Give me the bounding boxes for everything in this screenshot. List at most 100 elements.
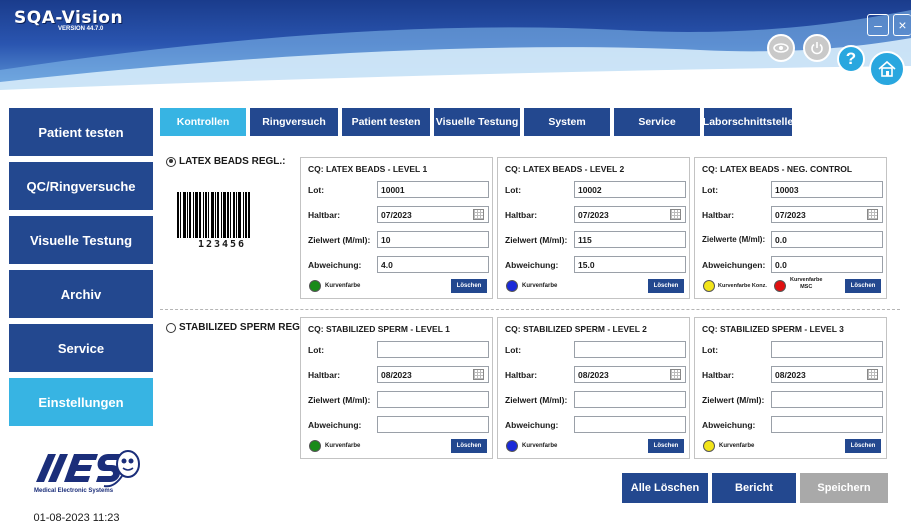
help-icon: ? [845, 49, 857, 68]
minimize-button[interactable]: – [867, 14, 889, 36]
haltbar-input[interactable]: 08/2023 [377, 366, 489, 383]
power-button[interactable] [803, 34, 831, 62]
haltbar-input[interactable]: 08/2023 [574, 366, 686, 383]
deviation-input[interactable]: 0.0 [771, 256, 883, 273]
tab-label: Visuelle Testung [435, 116, 519, 128]
curve-color-msc-line1: Kurvenfarbe [790, 277, 823, 283]
delete-button[interactable]: Löschen [451, 279, 487, 293]
lot-label: Lot: [308, 185, 325, 195]
sidebar-item-visuelle-testung[interactable]: Visuelle Testung [9, 216, 153, 264]
delete-button[interactable]: Löschen [451, 439, 487, 453]
curve-color-conc-label: Kurvenfarbe Konz. [718, 283, 767, 289]
target-input[interactable]: 10 [377, 231, 489, 248]
deviation-input[interactable] [771, 416, 883, 433]
barcode: 123456 [177, 192, 267, 254]
target-label: Zielwert (M/ml): [308, 235, 371, 245]
target-input[interactable] [771, 391, 883, 408]
target-input[interactable]: 115 [574, 231, 686, 248]
sidebar-item-einstellungen[interactable]: Einstellungen [9, 378, 153, 426]
tab-kontrollen[interactable]: Kontrollen [160, 108, 246, 136]
curve-color-label: Kurvenfarbe [522, 443, 558, 449]
calendar-icon[interactable] [670, 209, 681, 220]
lot-input[interactable]: 10002 [574, 181, 686, 198]
eye-button[interactable] [767, 34, 795, 62]
lot-input[interactable]: 10001 [377, 181, 489, 198]
sidebar-item-archiv[interactable]: Archiv [9, 270, 153, 318]
lot-input[interactable] [574, 341, 686, 358]
haltbar-label: Haltbar: [308, 370, 341, 380]
latex-beads-radio[interactable]: LATEX BEADS REGL.: [166, 156, 285, 167]
delete-button[interactable]: Löschen [648, 439, 684, 453]
curve-color-conc-dot[interactable] [703, 280, 715, 292]
target-input[interactable]: 0.0 [771, 231, 883, 248]
curve-color-dot[interactable] [309, 280, 321, 292]
target-input[interactable] [377, 391, 489, 408]
curve-color-dot[interactable] [309, 440, 321, 452]
haltbar-input[interactable]: 08/2023 [771, 366, 883, 383]
section-divider [160, 309, 900, 310]
help-button[interactable]: ? [837, 45, 865, 73]
calendar-icon[interactable] [670, 369, 681, 380]
lot-value: 10003 [775, 184, 799, 195]
stabilized-sperm-label: STABILIZED SPERM REGL.: [179, 322, 313, 333]
calendar-icon[interactable] [473, 369, 484, 380]
tab-laborschnittstelle[interactable]: Laborschnittstelle [703, 108, 793, 136]
deviation-input[interactable]: 4.0 [377, 256, 489, 273]
tab-label: Ringversuch [262, 116, 326, 128]
target-value: 115 [578, 234, 592, 245]
calendar-icon[interactable] [867, 209, 878, 220]
tab-ringversuch[interactable]: Ringversuch [250, 108, 338, 136]
latex-neg-control-card: CQ: LATEX BEADS - NEG. CONTROL Lot: 1000… [694, 157, 887, 299]
lot-input[interactable]: 10003 [771, 181, 883, 198]
lot-value: 10001 [381, 184, 405, 195]
close-button[interactable]: × [893, 14, 911, 36]
calendar-icon[interactable] [867, 369, 878, 380]
tab-patient-testen[interactable]: Patient testen [342, 108, 430, 136]
radio-unchecked-icon [166, 322, 176, 333]
tab-visuelle-testung[interactable]: Visuelle Testung [434, 108, 520, 136]
curve-color-msc-line2: MSC [800, 284, 813, 290]
stabilized-sperm-radio[interactable]: STABILIZED SPERM REGL.: [166, 322, 312, 333]
haltbar-value: 08/2023 [775, 369, 806, 380]
latex-beads-label: LATEX BEADS REGL.: [179, 156, 286, 167]
haltbar-value: 08/2023 [578, 369, 609, 380]
haltbar-input[interactable]: 07/2023 [771, 206, 883, 223]
sidebar-item-label: QC/Ringversuche [26, 178, 136, 194]
deviation-input[interactable]: 15.0 [574, 256, 686, 273]
delete-button[interactable]: Löschen [845, 439, 881, 453]
home-button[interactable] [869, 51, 905, 87]
deviation-label: Abweichung: [702, 420, 756, 430]
target-input[interactable] [574, 391, 686, 408]
deviation-value: 4.0 [381, 259, 393, 270]
sidebar-item-service[interactable]: Service [9, 324, 153, 372]
lot-input[interactable] [377, 341, 489, 358]
haltbar-label: Haltbar: [505, 370, 538, 380]
deviation-label: Abweichungen: [702, 260, 766, 270]
target-value: 0.0 [775, 234, 787, 245]
haltbar-input[interactable]: 07/2023 [574, 206, 686, 223]
tab-service[interactable]: Service [614, 108, 700, 136]
mes-company-logo: Medical Electronic Systems [34, 450, 140, 494]
tab-system[interactable]: System [524, 108, 610, 136]
deviation-input[interactable] [377, 416, 489, 433]
calendar-icon[interactable] [473, 209, 484, 220]
lot-label: Lot: [505, 345, 522, 355]
delete-button[interactable]: Löschen [648, 279, 684, 293]
curve-color-msc-dot[interactable] [774, 280, 786, 292]
sidebar-item-qc-ringversuche[interactable]: QC/Ringversuche [9, 162, 153, 210]
company-tagline: Medical Electronic Systems [34, 488, 114, 494]
deviation-input[interactable] [574, 416, 686, 433]
haltbar-input[interactable]: 07/2023 [377, 206, 489, 223]
curve-color-dot[interactable] [506, 280, 518, 292]
sidebar-item-patient-testen[interactable]: Patient testen [9, 108, 153, 156]
clear-all-button[interactable]: Alle Löschen [622, 473, 708, 503]
save-button[interactable]: Speichern [800, 473, 888, 503]
latex-level-1-card: CQ: LATEX BEADS - LEVEL 1 Lot: 10001 Hal… [300, 157, 493, 299]
haltbar-value: 07/2023 [775, 209, 806, 220]
curve-color-dot[interactable] [506, 440, 518, 452]
latex-level-2-card: CQ: LATEX BEADS - LEVEL 2 Lot: 10002 Hal… [497, 157, 690, 299]
delete-button[interactable]: Löschen [845, 279, 881, 293]
report-button[interactable]: Bericht [712, 473, 796, 503]
curve-color-dot[interactable] [703, 440, 715, 452]
lot-input[interactable] [771, 341, 883, 358]
